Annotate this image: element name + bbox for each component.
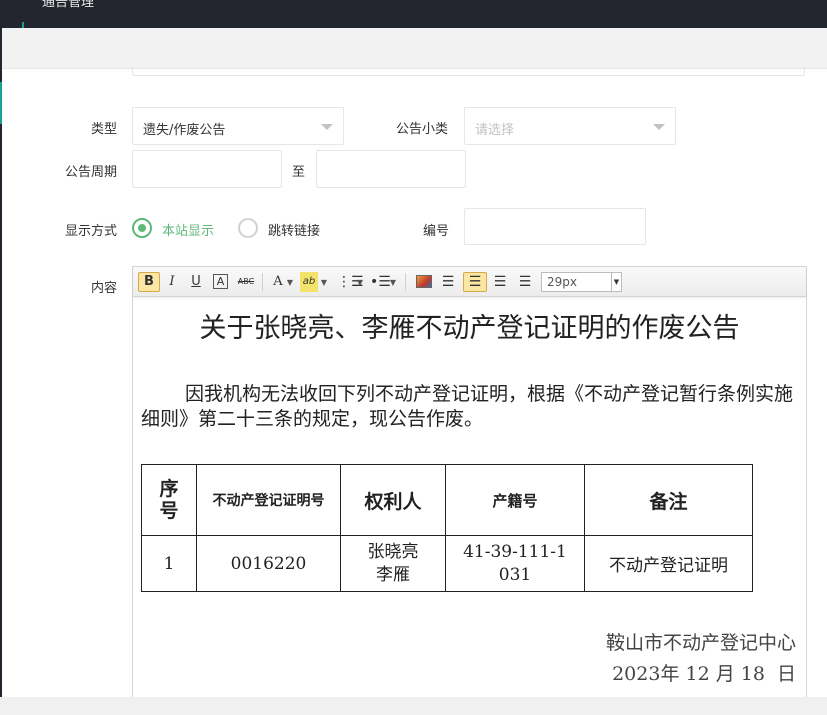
header-cert-text: 不动产登记证明号 [212, 493, 325, 509]
number-label: 编号 [422, 224, 449, 239]
header-cell-remark: 备注 [584, 464, 753, 536]
type-label: 类型 [90, 122, 117, 137]
radio-unchecked-icon [238, 218, 258, 238]
signature-org: 鞍山市不动产登记中心 [605, 632, 796, 654]
header-cell-cert: 不动产登记证明号 [196, 464, 341, 536]
document-title: 关于张晓亮、李雁不动产登记证明的作废公告 [199, 313, 740, 344]
period-separator: 至 [292, 165, 306, 180]
cell-owner: 张晓亮 李雁 [340, 535, 446, 592]
content-label: 内容 [90, 281, 117, 296]
period-start-input[interactable] [132, 150, 282, 188]
chevron-down-icon [321, 124, 333, 130]
header-owner-text: 权利人 [364, 490, 422, 513]
period-end-input[interactable] [316, 150, 466, 188]
cell-record: 41-39-111-1031 [445, 535, 585, 592]
chevron-down-icon: ▼ [611, 273, 621, 291]
bottom-bar [0, 697, 827, 715]
subtype-select-placeholder: 请选择 [475, 123, 515, 138]
panel-header [2, 28, 827, 69]
ordered-list-icon[interactable]: ⋮☰ [337, 272, 364, 292]
period-label: 公告周期 [64, 165, 117, 180]
italic-button[interactable]: I [164, 272, 180, 292]
header-seq-text: 序号 [159, 478, 179, 522]
highlight-button[interactable]: ab [300, 272, 318, 292]
header-record-text: 产籍号 [492, 491, 538, 510]
toolbar-separator [405, 273, 406, 291]
align-left-icon[interactable]: ☰ [440, 272, 456, 292]
header-remark-text: 备注 [649, 490, 688, 513]
editor-toolbar: B I U A ABC A ▼ ab ▼ ⋮☰ ▼ •☰ ▼ ☰ ☰ ☰ ☰ 2… [133, 267, 806, 297]
document-paragraph: 因我机构无法收回下列不动产登记证明，根据《不动产登记暂行条例实施细则》第二十三条… [141, 383, 794, 430]
header-title: 通告管理 [42, 0, 95, 10]
underline-button[interactable]: U [188, 272, 204, 292]
table-row: 1 0016220 张晓亮 李雁 41-39-111-1031 不动产登记证明 [141, 535, 753, 592]
align-right-icon[interactable]: ☰ [492, 272, 508, 292]
strikethrough-button[interactable]: ABC [234, 272, 258, 292]
unordered-list-dropdown[interactable]: ▼ [388, 272, 398, 292]
insert-image-icon[interactable] [416, 275, 432, 288]
font-size-value: 29px [547, 275, 577, 289]
certificate-table: 序号 不动产登记证明号 权利人 产籍号 备注 1 0016220 张晓亮 李雁 … [141, 464, 753, 592]
cell-record-text: 41-39-111-1031 [463, 541, 567, 585]
border-button[interactable]: A [213, 274, 228, 289]
highlight-dropdown[interactable]: ▼ [319, 272, 329, 292]
chevron-down-icon [653, 124, 665, 130]
font-color-button[interactable]: A [271, 272, 285, 292]
signature-date: 2023年 12 月 18 日 [612, 663, 796, 685]
ordered-list-dropdown[interactable]: ▼ [355, 272, 365, 292]
form-panel: 类型 遗失/作废公告 公告小类 请选择 公告周期 至 显示方式 本站显示 跳转链… [2, 69, 827, 697]
radio-checked-icon [132, 218, 152, 238]
radio-jump-link-label: 跳转链接 [268, 224, 321, 239]
align-center-icon[interactable]: ☰ [463, 272, 487, 292]
cell-seq: 1 [141, 535, 197, 592]
type-select[interactable]: 遗失/作废公告 [132, 107, 344, 145]
toolbar-separator [262, 273, 263, 291]
header-cell-owner: 权利人 [340, 464, 446, 536]
editor-content[interactable]: 关于张晓亮、李雁不动产登记证明的作废公告 因我机构无法收回下列不动产登记证明，根… [133, 298, 806, 697]
cell-cert: 0016220 [196, 535, 341, 592]
subtype-label: 公告小类 [395, 122, 448, 137]
bold-button[interactable]: B [138, 272, 160, 292]
unordered-list-icon[interactable]: •☰ [370, 272, 391, 292]
font-size-select[interactable]: 29px ▼ [541, 272, 622, 292]
previous-field[interactable] [132, 69, 805, 76]
cell-remark: 不动产登记证明 [584, 535, 753, 592]
subtype-select[interactable]: 请选择 [464, 107, 676, 145]
align-justify-icon[interactable]: ☰ [517, 272, 533, 292]
table-header-row: 序号 不动产登记证明号 权利人 产籍号 备注 [141, 464, 753, 536]
number-input[interactable] [464, 208, 646, 245]
display-mode-label: 显示方式 [64, 224, 117, 239]
rich-text-editor[interactable]: B I U A ABC A ▼ ab ▼ ⋮☰ ▼ •☰ ▼ ☰ ☰ ☰ ☰ 2… [132, 266, 807, 697]
type-select-value: 遗失/作废公告 [143, 123, 226, 138]
header-cell-seq: 序号 [141, 464, 197, 536]
top-navbar: 通告管理 [0, 0, 827, 28]
header-cell-record: 产籍号 [445, 464, 585, 536]
radio-local-display-label: 本站显示 [162, 224, 215, 239]
font-color-dropdown[interactable]: ▼ [285, 272, 295, 292]
